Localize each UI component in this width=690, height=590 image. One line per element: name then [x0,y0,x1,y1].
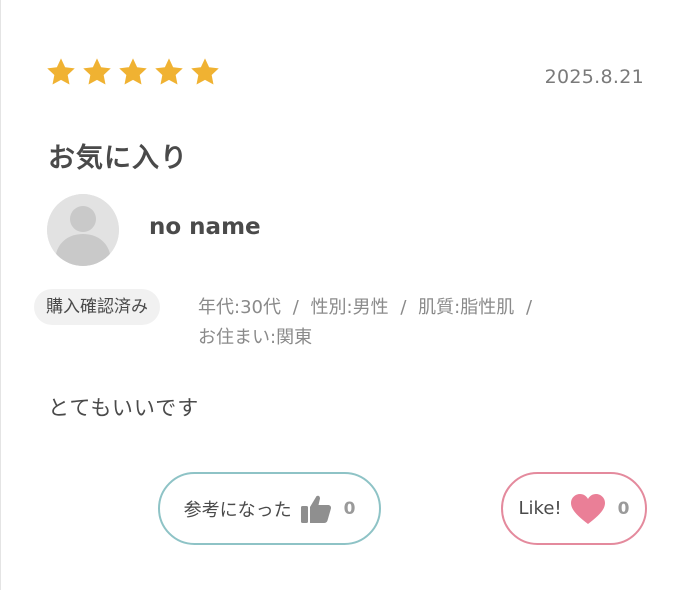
star-icon [155,58,183,85]
default-user-icon [47,194,119,266]
star-icon [119,58,147,85]
user-attributes: 年代:30代 / 性別:男性 / 肌質:脂性肌 / お住まい:関東 [198,293,578,353]
attr-skin-type: 肌質:脂性肌 [418,297,515,318]
heart-icon [570,493,605,524]
helpful-count: 0 [343,498,356,519]
star-rating [45,56,221,88]
attr-separator: / [400,297,407,318]
review-date: 2025.8.21 [544,66,644,88]
thumbs-up-icon [300,495,331,523]
attr-separator: / [525,297,533,318]
review-body: とてもいいです [48,396,200,420]
helpful-button[interactable]: 参考になった 0 [158,472,381,545]
star-icon [191,58,219,85]
star-icon [47,58,75,85]
like-button[interactable]: Like! 0 [501,472,647,545]
review-title: お気に入り [48,143,188,174]
avatar [47,194,119,266]
helpful-label: 参考になった [183,499,292,521]
attr-gender: 性別:男性 [310,297,389,318]
user-name: no name [149,214,261,240]
star-icon [83,58,111,85]
review-card: 2025.8.21 お気に入り no name 購入確認済み 年代:30代 / … [0,0,690,590]
attr-separator: / [292,297,299,318]
like-count: 0 [617,498,630,519]
attr-age: 年代:30代 [198,297,281,318]
like-label: Like! [518,498,562,519]
verified-purchase-badge: 購入確認済み [34,289,160,325]
attr-residence: お住まい:関東 [198,327,313,348]
